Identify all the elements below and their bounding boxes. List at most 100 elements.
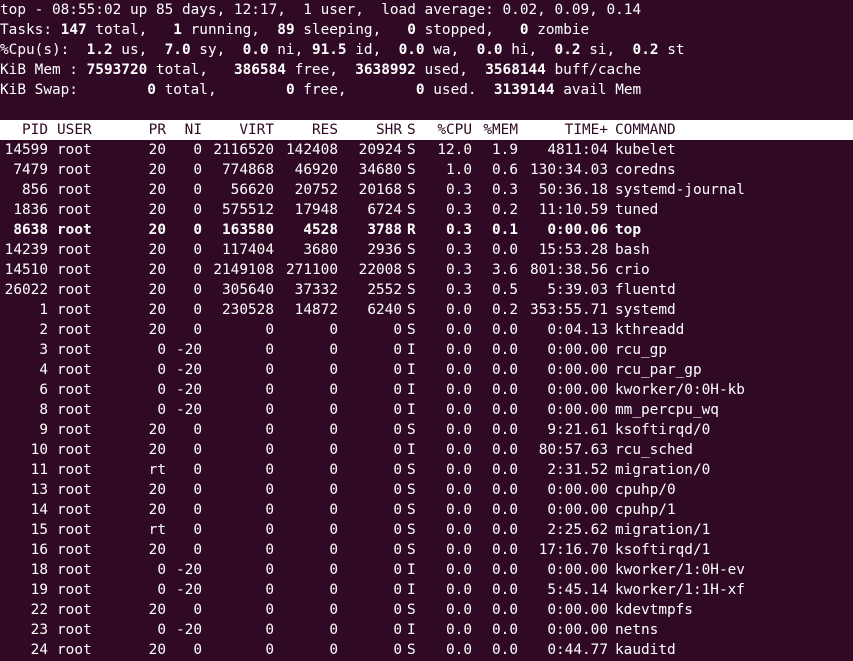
summary-segment: 0 (147, 82, 156, 98)
col-header-shr: SHR (376, 122, 402, 138)
process-res: 0 (329, 502, 338, 518)
process-pid: 23 (30, 622, 48, 638)
process-cpu: 1.0 (446, 162, 472, 178)
process-state: I (407, 382, 416, 398)
process-pid: 16 (30, 542, 48, 558)
summary-segment: 0.0 (476, 42, 503, 58)
summary-segment: 0 (519, 22, 529, 38)
process-command: netns (615, 622, 659, 638)
summary-segment: running, (181, 22, 278, 38)
process-pid: 14239 (4, 242, 48, 258)
process-mem: 0.0 (492, 502, 518, 518)
process-mem: 0.0 (492, 542, 518, 558)
process-cpu: 0.0 (446, 642, 472, 658)
process-state: S (407, 242, 416, 258)
process-row: 4 root 0 -20 0 0 0 I 0.0 0.0 0:00.00 rcu_par_gp (0, 360, 853, 380)
process-res: 0 (329, 522, 338, 538)
process-pid: 7479 (13, 162, 48, 178)
process-time: 5:45.14 (547, 582, 608, 598)
process-cpu: 0.3 (446, 262, 472, 278)
process-priority: 20 (148, 242, 166, 258)
process-state: S (407, 482, 416, 498)
process-user: root (57, 342, 92, 358)
process-state: I (407, 342, 416, 358)
process-res: 0 (329, 382, 338, 398)
process-nice: 0 (193, 642, 202, 658)
process-cpu: 0.0 (446, 502, 472, 518)
process-row: 14510 root 20 0 2149108 271100 22008 S 0.3 3.6 801… (0, 260, 853, 280)
process-user: root (57, 202, 92, 218)
summary-line-uptime: top - 08:55:02 up 85 days, 12:17, 1 user… (0, 0, 853, 20)
process-command: kubelet (615, 142, 676, 158)
process-res: 3680 (303, 242, 338, 258)
process-shr: 6240 (367, 302, 402, 318)
process-virt: 0 (265, 422, 274, 438)
summary-segment: 7593720 (86, 62, 148, 78)
process-shr: 0 (393, 322, 402, 338)
process-state: S (407, 502, 416, 518)
process-nice: 0 (193, 162, 202, 178)
process-shr: 20924 (358, 142, 402, 158)
summary-segment: 0.2 (554, 42, 581, 58)
process-shr: 0 (393, 542, 402, 558)
process-user: root (57, 382, 92, 398)
process-command: kworker/1:1H-xf (615, 582, 745, 598)
process-user: root (57, 262, 92, 278)
process-user: root (57, 582, 92, 598)
process-virt: 0 (265, 462, 274, 478)
process-row: 14239 root 20 0 117404 3680 2936 S 0.3 0.0 15:53.2… (0, 240, 853, 260)
col-header-cpu: %CPU (437, 122, 472, 138)
process-user: root (57, 642, 92, 658)
process-time: 0:00.00 (547, 562, 608, 578)
process-user: root (57, 282, 92, 298)
process-pid: 15 (30, 522, 48, 538)
process-row: 18 root 0 -20 0 0 0 I 0.0 0.0 0:00.00 kworker/1:0H-… (0, 560, 853, 580)
process-row: 2 root 20 0 0 0 0 S 0.0 0.0 0:04.13 kthreadd (0, 320, 853, 340)
col-header-pid: PID (22, 122, 48, 138)
process-res: 20752 (294, 182, 338, 198)
process-mem: 0.0 (492, 422, 518, 438)
process-priority: 20 (148, 142, 166, 158)
process-user: root (57, 182, 92, 198)
process-user: root (57, 522, 92, 538)
process-mem: 0.0 (492, 362, 518, 378)
process-virt: 0 (265, 362, 274, 378)
process-virt: 117404 (222, 242, 274, 258)
summary-line-tasks: Tasks: 147 total, 1 running, 89 sleeping… (0, 20, 853, 40)
process-user: root (57, 502, 92, 518)
process-priority: 0 (157, 582, 166, 598)
process-mem: 0.6 (492, 162, 518, 178)
process-res: 0 (329, 562, 338, 578)
process-nice: 0 (193, 282, 202, 298)
process-pid: 4 (39, 362, 48, 378)
process-virt: 305640 (222, 282, 274, 298)
process-shr: 6724 (367, 202, 402, 218)
process-shr: 0 (393, 602, 402, 618)
process-row: 1 root 20 0 230528 14872 6240 S 0.0 0.2 353:55.71 s… (0, 300, 853, 320)
process-row: 16 root 20 0 0 0 0 S 0.0 0.0 17:16.70 ksoftirqd/1 (0, 540, 853, 560)
process-res: 0 (329, 422, 338, 438)
col-header-time: TIME+ (564, 122, 608, 138)
process-cpu: 0.0 (446, 542, 472, 558)
process-virt: 0 (265, 482, 274, 498)
process-row: 24 root 20 0 0 0 0 S 0.0 0.0 0:44.77 kauditd (0, 640, 853, 660)
process-time: 801:38.56 (530, 262, 608, 278)
summary-segment: 91.5 (311, 42, 347, 58)
process-user: root (57, 162, 92, 178)
process-time: 17:16.70 (538, 542, 608, 558)
process-nice: -20 (176, 562, 202, 578)
process-state: I (407, 562, 416, 578)
process-cpu: 0.3 (446, 182, 472, 198)
process-nice: 0 (193, 302, 202, 318)
summary-segment: KiB Mem : (0, 62, 87, 78)
process-res: 0 (329, 622, 338, 638)
process-virt: 575512 (222, 202, 274, 218)
process-priority: 0 (157, 562, 166, 578)
process-virt: 56620 (230, 182, 274, 198)
process-time: 0:04.13 (547, 322, 608, 338)
process-nice: 0 (193, 542, 202, 558)
terminal-window[interactable]: top - 08:55:02 up 85 days, 12:17, 1 user… (0, 0, 853, 661)
process-shr: 3788 (367, 222, 402, 238)
process-mem: 0.0 (492, 242, 518, 258)
process-time: 0:00.06 (547, 222, 608, 238)
